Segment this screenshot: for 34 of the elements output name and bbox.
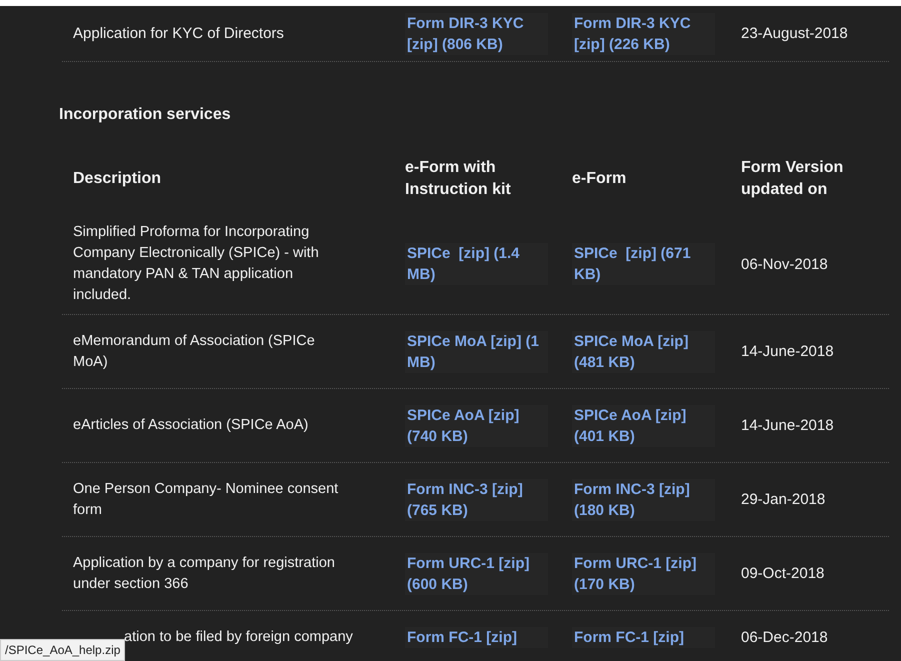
download-link[interactable]: Form INC-3 [zip] (180 KB) <box>572 478 715 520</box>
description-text: One Person Company- Nominee consent form <box>73 480 340 520</box>
download-link[interactable]: SPICe MoA [zip] (1 MB) <box>405 330 548 372</box>
date-text: 29-Jan-2018 <box>741 490 826 510</box>
section-heading: Incorporation services <box>59 106 232 124</box>
download-link[interactable]: Form FC-1 [zip] <box>572 627 715 648</box>
download-link[interactable]: Form URC-1 [zip] (600 KB) <box>405 552 548 594</box>
column-header: Form Version updated on <box>741 158 844 200</box>
description-text: ation to be filed by foreign company <box>124 628 353 647</box>
column-header: e-Form with Instruction kit <box>405 158 512 200</box>
column-header: Description <box>73 169 162 189</box>
date-text: 09-Oct-2018 <box>741 564 824 584</box>
download-link[interactable]: SPICe MoA [zip] (481 KB) <box>572 330 715 372</box>
download-link[interactable]: Form INC-3 [zip] (765 KB) <box>405 478 548 520</box>
download-link[interactable]: Form DIR-3 KYC [zip] (226 KB) <box>572 12 715 54</box>
download-link[interactable]: Form FC-1 [zip] <box>405 627 548 648</box>
status-tooltip: /SPICe_AoA_help.zip <box>0 639 126 661</box>
download-link[interactable]: SPICe [zip] (671 KB) <box>572 243 715 285</box>
description-text: Application for KYC of Directors <box>73 24 284 44</box>
download-link[interactable]: SPICe [zip] (1.4 MB) <box>405 243 548 285</box>
date-text: 06-Nov-2018 <box>741 254 828 274</box>
description-text: eMemorandum of Association (SPICe MoA) <box>73 332 316 372</box>
download-link[interactable]: SPICe AoA [zip] (401 KB) <box>572 404 715 446</box>
description-text: Simplified Proforma for Incorporating Company Electronically (SPICe) - with mandatory PAN & TAN application included. <box>73 223 320 305</box>
download-link[interactable]: Form DIR-3 KYC [zip] (806 KB) <box>405 12 548 54</box>
description-text: eArticles of Association (SPICe AoA) <box>73 416 308 435</box>
description-text: Application by a company for registration under section 366 <box>73 554 336 594</box>
date-text: 14-June-2018 <box>741 416 834 436</box>
download-link[interactable]: Form URC-1 [zip] (170 KB) <box>572 552 715 594</box>
date-text: 14-June-2018 <box>741 342 834 362</box>
download-link[interactable]: SPICe AoA [zip] (740 KB) <box>405 404 548 446</box>
column-header: e-Form <box>572 169 626 189</box>
date-text: 06-Dec-2018 <box>741 628 828 648</box>
date-text: 23-August-2018 <box>741 24 848 44</box>
